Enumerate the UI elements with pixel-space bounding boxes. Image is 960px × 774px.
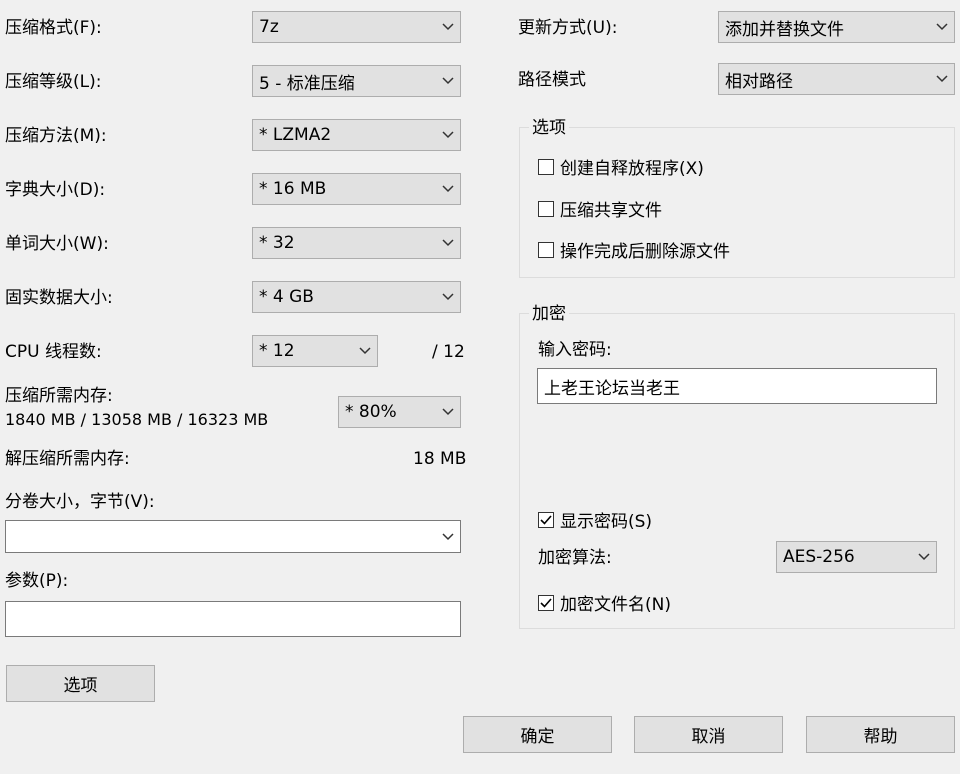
checkbox-box <box>538 511 554 528</box>
method-select[interactable]: * LZMA2 <box>252 119 461 151</box>
password-label: 输入密码: <box>538 340 612 360</box>
checkbox-box <box>538 158 554 175</box>
threads-select[interactable]: * 12 <box>252 335 378 367</box>
volume-select[interactable] <box>5 520 461 553</box>
options-button[interactable]: 选项 <box>6 665 155 702</box>
solid-label: 固实数据大小: <box>5 288 113 308</box>
mem-select[interactable]: * 80% <box>338 396 461 428</box>
chevron-down-icon <box>436 521 460 552</box>
check-icon <box>540 597 552 608</box>
checkbox-box <box>538 594 554 611</box>
encryption-group-title: 加密 <box>529 304 569 324</box>
level-select[interactable]: 5 - 标准压缩 <box>252 65 461 97</box>
encrypt-names-label: 加密文件名(N) <box>560 595 671 615</box>
level-label: 压缩等级(L): <box>5 72 102 92</box>
chevron-down-icon <box>436 12 460 42</box>
help-button[interactable]: 帮助 <box>806 716 955 753</box>
path-value: 相对路径 <box>725 71 793 92</box>
threads-label: CPU 线程数: <box>5 342 102 362</box>
threads-total: / 12 <box>432 342 465 362</box>
method-label: 压缩方法(M): <box>5 126 107 146</box>
format-select[interactable]: 7z <box>252 11 461 43</box>
dict-value: * 16 MB <box>259 179 327 199</box>
chevron-down-icon <box>436 397 460 427</box>
show-password-checkbox[interactable]: 显示密码(S) <box>538 507 652 532</box>
params-label: 参数(P): <box>5 571 69 591</box>
checkbox-box <box>538 241 554 258</box>
word-label: 单词大小(W): <box>5 234 109 254</box>
threads-value: * 12 <box>259 341 295 361</box>
volume-label: 分卷大小，字节(V): <box>5 492 155 512</box>
algo-select[interactable]: AES-256 <box>776 541 937 573</box>
encrypt-names-checkbox[interactable]: 加密文件名(N) <box>538 590 671 615</box>
sfx-label: 创建自释放程序(X) <box>560 159 704 179</box>
decomp-value: 18 MB <box>413 449 467 469</box>
path-select[interactable]: 相对路径 <box>718 63 955 95</box>
show-password-label: 显示密码(S) <box>560 512 653 532</box>
chevron-down-icon <box>912 542 936 572</box>
options-group-title: 选项 <box>529 118 569 138</box>
params-input[interactable] <box>5 601 461 637</box>
dict-label: 字典大小(D): <box>5 180 106 200</box>
options-button-label: 选项 <box>63 676 98 696</box>
path-label: 路径模式 <box>518 70 586 90</box>
solid-value: * 4 GB <box>259 287 314 307</box>
chevron-down-icon <box>930 12 954 42</box>
shared-checkbox[interactable]: 压缩共享文件 <box>538 196 662 221</box>
password-input[interactable]: 上老王论坛当老王 <box>537 368 937 404</box>
format-label: 压缩格式(F): <box>5 18 102 38</box>
chevron-down-icon <box>436 282 460 312</box>
chevron-down-icon <box>436 120 460 150</box>
update-value: 添加并替换文件 <box>725 19 844 40</box>
password-value: 上老王论坛当老王 <box>544 378 680 399</box>
level-value: 5 - 标准压缩 <box>259 73 355 94</box>
update-label: 更新方式(U): <box>518 18 618 38</box>
update-select[interactable]: 添加并替换文件 <box>718 11 955 43</box>
chevron-down-icon <box>436 66 460 96</box>
shared-label: 压缩共享文件 <box>560 201 662 221</box>
word-value: * 32 <box>259 233 295 253</box>
delete-source-label: 操作完成后删除源文件 <box>560 242 730 262</box>
ok-button[interactable]: 确定 <box>463 716 612 753</box>
chevron-down-icon <box>436 228 460 258</box>
decomp-label: 解压缩所需内存: <box>5 449 130 469</box>
cancel-button-label: 取消 <box>691 727 726 747</box>
delete-source-checkbox[interactable]: 操作完成后删除源文件 <box>538 237 730 262</box>
chevron-down-icon <box>930 64 954 94</box>
format-value: 7z <box>259 17 279 37</box>
check-icon <box>540 514 552 525</box>
checkbox-box <box>538 200 554 217</box>
help-button-label: 帮助 <box>863 727 898 747</box>
mem-value: * 80% <box>345 402 397 422</box>
cancel-button[interactable]: 取消 <box>634 716 783 753</box>
dict-select[interactable]: * 16 MB <box>252 173 461 205</box>
chevron-down-icon <box>353 336 377 366</box>
solid-select[interactable]: * 4 GB <box>252 281 461 313</box>
mem-label: 压缩所需内存: <box>5 386 113 406</box>
algo-label: 加密算法: <box>538 548 612 568</box>
sfx-checkbox[interactable]: 创建自释放程序(X) <box>538 154 704 179</box>
method-value: * LZMA2 <box>259 125 332 145</box>
chevron-down-icon <box>436 174 460 204</box>
algo-value: AES-256 <box>783 547 855 567</box>
encryption-group <box>519 313 955 629</box>
mem-detail: 1840 MB / 13058 MB / 16323 MB <box>5 410 269 429</box>
word-select[interactable]: * 32 <box>252 227 461 259</box>
ok-button-label: 确定 <box>520 727 555 747</box>
